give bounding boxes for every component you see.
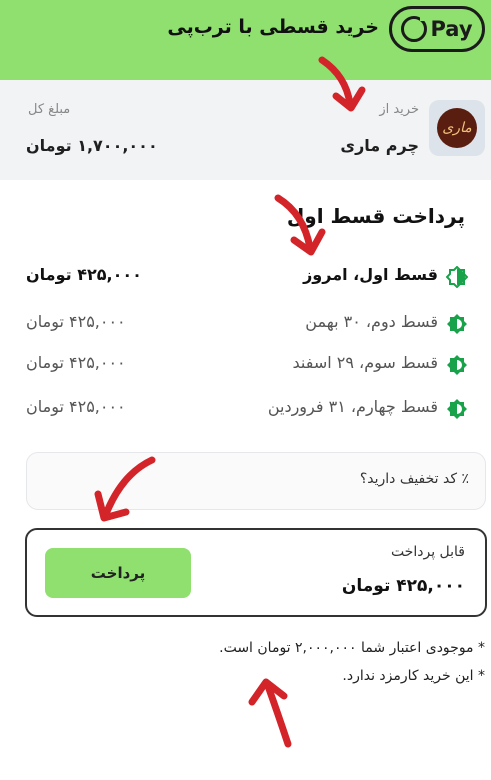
merchant-name: چرم ماری [340,136,419,155]
annotation-arrow-icon [248,678,292,748]
payable-amount: ۴۲۵,۰۰۰ تومان [341,576,465,596]
installment-amount: ۴۲۵,۰۰۰ تومان [26,353,126,372]
from-label: خرید از [379,102,419,117]
merchant-logo: ماری [429,100,485,156]
discount-code-label: ٪ کد تخفیف دارید؟ [359,471,469,487]
total-amount-value: ۱,۷۰۰,۰۰۰ تومان [26,136,158,155]
installment-row-1: قسط اول، امروز ۴۲۵,۰۰۰ تومان [26,262,468,292]
installment-row-2: قسط دوم، ۳۰ بهمن ۴۲۵,۰۰۰ تومان [26,309,468,339]
installment-clover-icon [447,355,467,375]
pay-ring-icon [401,14,428,42]
torob-pay-logo: Pay [389,6,485,52]
installment-clover-icon [446,266,468,288]
annotation-arrow-icon [274,194,326,256]
installment-amount: ۴۲۵,۰۰۰ تومان [26,397,126,416]
header-title: خرید قسطی با ترب‌پی [167,16,379,38]
payable-label: قابل پرداخت [390,544,465,560]
pay-logo-text: Pay [430,17,473,41]
installment-label: قسط چهارم، ۳۱ فروردین [267,397,438,416]
installment-row-3: قسط سوم، ۲۹ اسفند ۴۲۵,۰۰۰ تومان [26,350,468,380]
installment-amount: ۴۲۵,۰۰۰ تومان [26,265,142,284]
pay-button[interactable]: پرداخت [45,548,191,598]
installment-label: قسط سوم، ۲۹ اسفند [292,353,438,372]
app-header: Pay خرید قسطی با ترب‌پی [0,0,491,80]
fee-note: * این خرید کارمزد ندارد. [342,668,485,684]
installment-clover-icon [447,399,467,419]
installment-amount: ۴۲۵,۰۰۰ تومان [26,312,126,331]
installment-row-4: قسط چهارم، ۳۱ فروردین ۴۲۵,۰۰۰ تومان [26,394,468,424]
installment-label: قسط اول، امروز [303,265,438,284]
annotation-arrow-icon [318,56,366,112]
payment-box: قابل پرداخت ۴۲۵,۰۰۰ تومان پرداخت [25,528,487,617]
installment-clover-icon [447,314,467,334]
installment-label: قسط دوم، ۳۰ بهمن [305,312,438,331]
total-amount-label: مبلغ کل [28,102,71,117]
merchant-summary: ماری خرید از چرم ماری مبلغ کل ۱,۷۰۰,۰۰۰ … [0,80,491,180]
credit-note: * موجودی اعتبار شما ۲,۰۰۰,۰۰۰ تومان است. [219,640,485,656]
annotation-arrow-icon [94,456,156,522]
merchant-logo-mark: ماری [437,108,477,148]
